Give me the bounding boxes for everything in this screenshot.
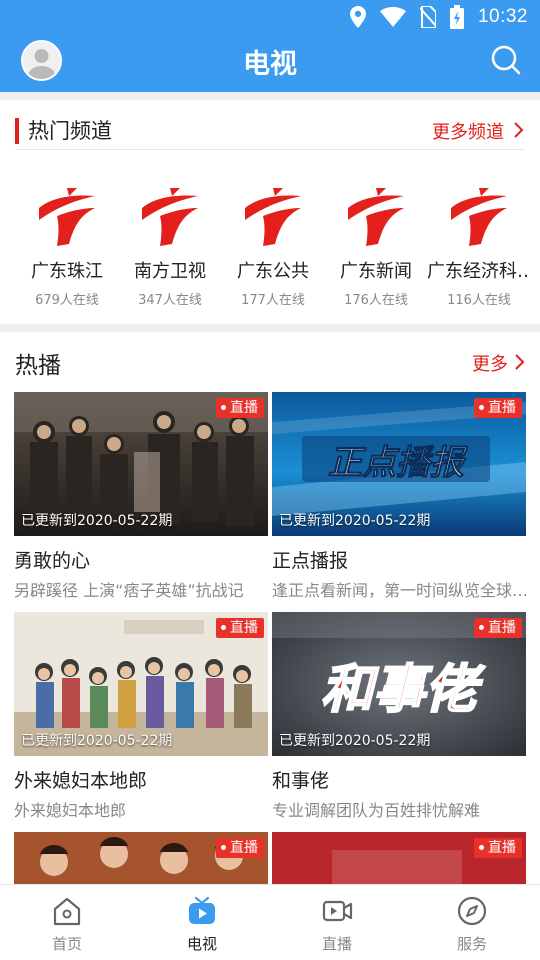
program-subtitle: 专业调解团队为百姓排忧解难 [272, 801, 481, 820]
battery-icon [449, 5, 464, 29]
channel-item[interactable]: 广东珠江 679人在线 [15, 186, 119, 308]
program-logo-text: 正点播报 [328, 443, 469, 483]
nav-item-home[interactable]: 首页 [17, 895, 117, 954]
status-time: 10:32 [477, 6, 528, 27]
bottom-navigation: 首页 电视 直播 服务 [0, 884, 540, 960]
channel-name: 南方卫视 [134, 261, 206, 282]
channel-item[interactable]: 南方卫视 347人在线 [118, 186, 222, 308]
chevron-right-icon[interactable] [512, 120, 526, 140]
program-subtitle: 逢正点看新闻，第一时间纵览全球… [272, 581, 526, 600]
live-badge-label: 直播 [488, 400, 516, 416]
live-badge-label: 直播 [488, 840, 516, 856]
live-badge: 直播 [216, 838, 264, 858]
live-badge-label: 直播 [488, 620, 516, 636]
channel-name: 广东公共 [237, 261, 309, 282]
program-title: 正点播报 [272, 550, 349, 572]
nav-item-tv[interactable]: 电视 [152, 895, 252, 954]
hot-channels-title: 热门频道 [28, 119, 112, 143]
channel-logo-icon [39, 188, 95, 246]
channel-viewers: 177人在线 [241, 293, 305, 308]
program-title: 外来媳妇本地郎 [14, 770, 148, 792]
program-card[interactable]: 和事佬 直播 已更新到2020-05-22期 和事佬 专业调解团队为百姓排忧解难 [272, 612, 526, 821]
program-subtitle: 外来媳妇本地郎 [14, 801, 127, 820]
program-thumbnail[interactable]: 直播 已更新到2020-05-22期 [14, 392, 268, 536]
hot-channels-header: 热门频道 更多频道 [0, 106, 540, 150]
channel-viewers: 116人在线 [447, 293, 511, 308]
app-bar: 电视 [0, 36, 540, 92]
section-marker [15, 118, 19, 144]
channel-name: 广东珠江 [31, 261, 103, 282]
program-title: 勇敢的心 [14, 550, 91, 572]
program-thumbnail[interactable]: 直播 已更新到2020-05-22期 [14, 612, 268, 756]
wifi-icon [379, 7, 406, 27]
channel-logo-icon [142, 188, 198, 246]
search-icon[interactable] [490, 44, 522, 76]
nav-item-live[interactable]: 直播 [287, 895, 387, 954]
channel-item[interactable]: 广东新闻 176人在线 [324, 186, 428, 308]
program-card[interactable]: 直播 已更新到2020-05-22期 勇敢的心 另辟蹊径 上演“痞子英雄”抗战记 [14, 392, 268, 601]
program-thumbnail[interactable]: 和事佬 直播 已更新到2020-05-22期 [272, 612, 526, 756]
update-status: 已更新到2020-05-22期 [21, 513, 173, 529]
channel-viewers: 679人在线 [35, 293, 99, 308]
program-thumbnail[interactable]: 正点播报 直播 已更新到2020-05-22期 [272, 392, 526, 536]
status-bar: 10:32 [0, 0, 540, 36]
channel-item[interactable]: 广东公共 177人在线 [221, 186, 325, 308]
live-badge: 直播 [474, 838, 522, 858]
nav-label: 服务 [456, 935, 487, 953]
live-badge: 直播 [216, 398, 264, 418]
channel-logo-icon [245, 188, 301, 246]
tv-icon [189, 896, 215, 924]
channel-viewers: 347人在线 [138, 293, 202, 308]
channel-item[interactable]: 广东经济科… 116人在线 [427, 186, 531, 308]
hot-play-title: 热播 [15, 353, 61, 379]
live-video-icon [322, 900, 353, 922]
channel-viewers: 176人在线 [344, 293, 408, 308]
channel-logo-icon [451, 188, 507, 246]
channel-name: 广东经济科… [427, 261, 531, 282]
chevron-right-icon[interactable] [513, 352, 527, 372]
location-icon [349, 6, 366, 28]
compass-icon [457, 896, 487, 926]
hot-play-more-link[interactable]: 更多 [472, 350, 508, 376]
section-divider [0, 324, 540, 332]
top-bar: 10:32 电视 [0, 0, 540, 92]
hot-channels-list: 广东珠江 679人在线 南方卫视 347人在线 广东公共 177人在线 广东新闻… [15, 186, 535, 316]
live-badge-label: 直播 [230, 400, 258, 416]
program-card[interactable]: 正点播报 直播 已更新到2020-05-22期 正点播报 逢正点看新闻，第一时间… [272, 392, 526, 601]
program-title: 和事佬 [272, 770, 330, 792]
channel-logo-icon [348, 188, 404, 246]
home-icon [53, 897, 81, 926]
program-subtitle: 另辟蹊径 上演“痞子英雄”抗战记 [14, 581, 244, 600]
nav-label: 直播 [321, 935, 352, 953]
page-title: 电视 [243, 49, 297, 80]
update-status: 已更新到2020-05-22期 [279, 733, 431, 749]
section-divider [0, 92, 540, 100]
update-status: 已更新到2020-05-22期 [21, 733, 173, 749]
live-badge: 直播 [216, 618, 264, 638]
live-badge-label: 直播 [230, 620, 258, 636]
live-badge-label: 直播 [230, 840, 258, 856]
nav-label: 电视 [186, 935, 217, 953]
nav-label: 首页 [51, 935, 82, 953]
divider [15, 149, 525, 150]
program-card[interactable]: 直播 已更新到2020-05-22期 外来媳妇本地郎 外来媳妇本地郎 [14, 612, 268, 821]
live-badge: 直播 [474, 618, 522, 638]
nav-item-services[interactable]: 服务 [422, 895, 522, 954]
update-status: 已更新到2020-05-22期 [279, 513, 431, 529]
more-channels-link[interactable]: 更多频道 [432, 118, 504, 144]
live-badge: 直播 [474, 398, 522, 418]
program-logo-text: 和事佬 [321, 660, 486, 720]
channel-name: 广东新闻 [340, 261, 412, 282]
no-sim-icon [419, 6, 436, 28]
